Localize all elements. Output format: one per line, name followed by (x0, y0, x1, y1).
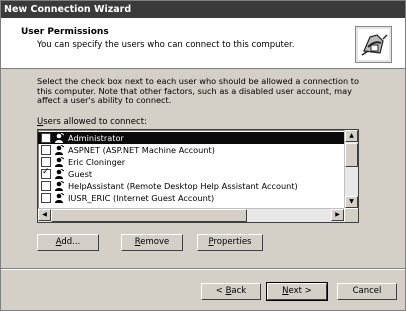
user-row[interactable]: IUSR_ERIC (Internet Guest Account) (38, 192, 344, 204)
dialup-connection-icon (355, 26, 392, 63)
user-row[interactable]: Administrator (38, 132, 344, 144)
user-checkbox[interactable] (41, 193, 51, 203)
title-bar: New Connection Wizard (1, 1, 405, 18)
user-row[interactable]: HelpAssistant (Remote Desktop Help Assis… (38, 180, 344, 192)
scrollbar-corner (345, 209, 358, 222)
wizard-header: User Permissions You can specify the use… (1, 18, 405, 69)
scroll-right-button[interactable]: ▶ (331, 209, 344, 221)
user-icon (55, 157, 64, 167)
user-icon (55, 133, 64, 143)
page-title: User Permissions (21, 27, 109, 37)
horizontal-scrollbar[interactable]: ◀ ▶ (38, 208, 344, 222)
scroll-left-button[interactable]: ◀ (38, 209, 51, 221)
cancel-button[interactable]: Cancel (337, 283, 397, 300)
add-button[interactable]: Add... (37, 234, 99, 251)
user-checkbox[interactable] (41, 181, 51, 191)
users-label-text: sers allowed to connect: (43, 117, 147, 127)
user-checkbox[interactable] (41, 167, 51, 179)
scroll-up-button[interactable]: ▲ (345, 130, 358, 142)
users-listbox[interactable]: Administrator ASPNET (ASP.NET Machine Acc… (37, 129, 359, 223)
user-checkbox[interactable] (41, 157, 51, 167)
user-row[interactable]: ASPNET (ASP.NET Machine Account) (38, 144, 344, 156)
user-name: Eric Cloninger (68, 157, 126, 167)
user-checkbox[interactable] (41, 145, 51, 155)
user-name: Administrator (68, 133, 124, 143)
user-row[interactable]: Guest (38, 167, 344, 180)
next-button[interactable]: Next > (266, 282, 328, 301)
user-name: HelpAssistant (Remote Desktop Help Assis… (68, 181, 298, 191)
scroll-down-button[interactable]: ▼ (345, 196, 358, 208)
page-subtitle: You can specify the users who can connec… (37, 40, 295, 50)
user-icon (55, 193, 64, 203)
user-name: IUSR_ERIC (Internet Guest Account) (68, 193, 215, 203)
wizard-window: New Connection Wizard User Permissions Y… (0, 0, 406, 311)
back-button[interactable]: < Back (201, 283, 261, 300)
user-checkbox[interactable] (41, 133, 51, 143)
footer-separator (1, 268, 405, 270)
remove-button[interactable]: Remove (121, 234, 183, 251)
users-list-label: Users allowed to connect: (37, 117, 147, 127)
vertical-scrollbar[interactable]: ▲ ▼ (344, 130, 358, 208)
user-icon (55, 181, 64, 191)
properties-button[interactable]: Properties (197, 234, 263, 251)
user-row[interactable]: Eric Cloninger (38, 156, 344, 168)
horizontal-scroll-thumb[interactable] (51, 209, 247, 222)
instruction-text: Select the check box next to each user w… (37, 76, 359, 106)
user-name: Guest (68, 169, 93, 179)
user-icon (55, 169, 64, 179)
vertical-scroll-thumb[interactable] (345, 143, 358, 167)
user-icon (55, 145, 64, 155)
user-name: ASPNET (ASP.NET Machine Account) (68, 145, 215, 155)
